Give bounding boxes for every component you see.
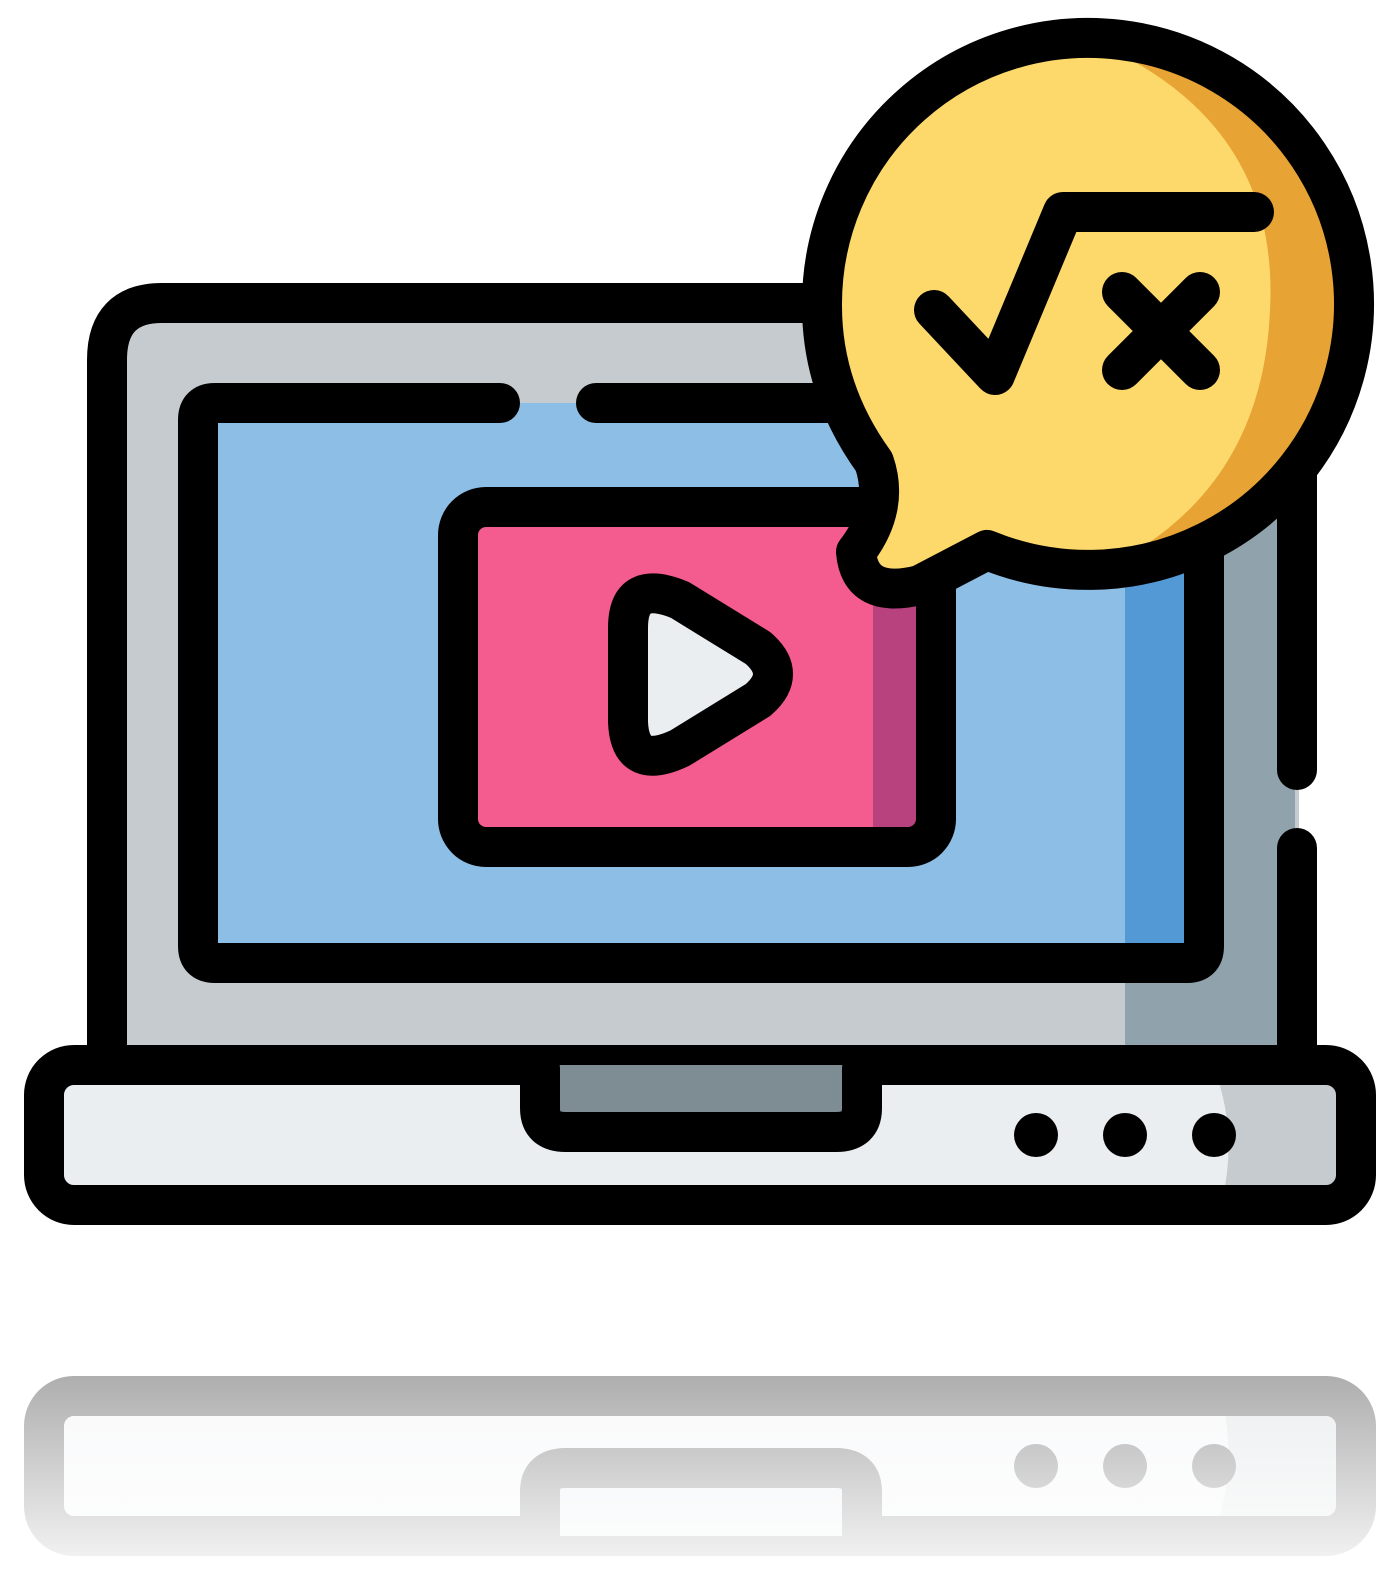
trackpad bbox=[520, 1048, 882, 1152]
reflection-fade bbox=[0, 1370, 1377, 1572]
indicator-dots-icon bbox=[1014, 1113, 1236, 1157]
indicator-dot bbox=[1014, 1113, 1058, 1157]
indicator-dot bbox=[1103, 1113, 1147, 1157]
indicator-dot bbox=[1192, 1113, 1236, 1157]
online-math-video-illustration bbox=[0, 0, 1377, 1572]
illustration-canvas bbox=[0, 17, 1377, 1572]
